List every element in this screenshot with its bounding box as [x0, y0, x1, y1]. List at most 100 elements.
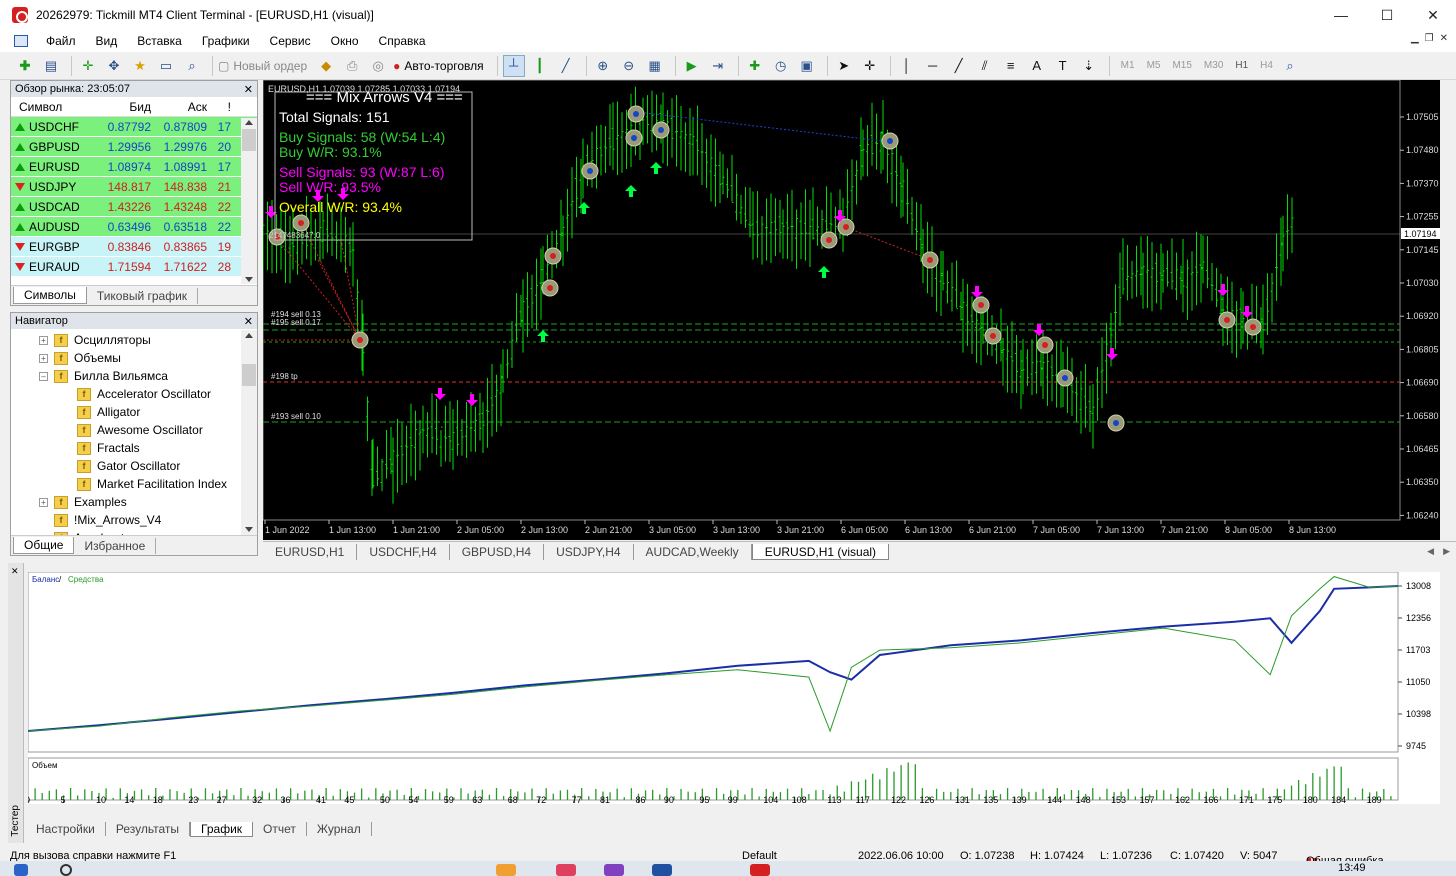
- app-taskbar-icon-3[interactable]: [604, 864, 624, 876]
- app-taskbar-icon-5[interactable]: [750, 864, 770, 876]
- menu-file[interactable]: Файл: [36, 34, 86, 48]
- autotrading-button[interactable]: ● Авто-торговля: [393, 59, 484, 73]
- new-order-button[interactable]: ▢ Новый ордер: [218, 59, 307, 73]
- fibonacci-icon[interactable]: ≡: [1000, 55, 1022, 77]
- periods-icon[interactable]: ◷: [770, 55, 792, 77]
- market-watch-row[interactable]: USDCAD 1.43226 1.43248 22: [11, 197, 257, 217]
- tree-expander-icon[interactable]: +: [39, 497, 48, 507]
- metaeditor-icon[interactable]: ◆: [315, 55, 337, 77]
- menu-insert[interactable]: Вставка: [127, 34, 192, 48]
- signals-icon[interactable]: ◎: [367, 55, 389, 77]
- col-bid[interactable]: Бид: [95, 100, 151, 114]
- mdi-restore-button[interactable]: ❐: [1425, 33, 1434, 44]
- maximize-button[interactable]: ☐: [1364, 0, 1410, 30]
- tester-tab-settings[interactable]: Настройки: [26, 822, 106, 836]
- market-watch-scrollbar[interactable]: [241, 118, 257, 284]
- market-watch-row[interactable]: GBPUSD 1.29956 1.29976 20: [11, 137, 257, 157]
- search-taskbar-icon[interactable]: [60, 864, 72, 876]
- close-button[interactable]: ✕: [1410, 0, 1456, 30]
- text-label-icon[interactable]: T: [1052, 55, 1074, 77]
- market-watch-icon[interactable]: ✛: [77, 55, 99, 77]
- minimize-button[interactable]: —: [1318, 0, 1364, 30]
- zoom-out-icon[interactable]: ⊖: [618, 55, 640, 77]
- tester-icon[interactable]: ⌕: [181, 55, 203, 77]
- chart-tabs-scroll-right-icon[interactable]: ▶: [1443, 546, 1450, 557]
- vertical-line-icon[interactable]: │: [896, 55, 918, 77]
- chart-shift-icon[interactable]: ⇥: [707, 55, 729, 77]
- menu-view[interactable]: Вид: [86, 34, 128, 48]
- market-watch-close-icon[interactable]: ✕: [244, 83, 253, 96]
- timeframe-m15[interactable]: M15: [1166, 60, 1197, 71]
- tester-close-icon[interactable]: ✕: [11, 566, 19, 577]
- mdi-minimize-button[interactable]: ▁: [1411, 33, 1419, 44]
- new-chart-icon[interactable]: ✚: [14, 55, 36, 77]
- navigator-item[interactable]: f Accelerator Oscillator: [11, 385, 257, 403]
- bar-chart-icon[interactable]: ┴: [502, 54, 525, 77]
- chart-tab-eurusd-h1[interactable]: EURUSD,H1: [263, 543, 358, 560]
- timeframe-m30[interactable]: M30: [1198, 60, 1229, 71]
- navigator-item[interactable]: + f Объемы: [11, 349, 257, 367]
- tree-expander-icon[interactable]: +: [39, 353, 48, 363]
- chart-tab-audcad-weekly[interactable]: AUDCAD,Weekly: [634, 543, 752, 560]
- text-icon[interactable]: A: [1026, 55, 1048, 77]
- price-chart[interactable]: 1.07505 1.07480 1.07370 1.07255 1.07145 1.070…: [261, 79, 1440, 540]
- market-watch-row[interactable]: EURGBP 0.83846 0.83865 19: [11, 237, 257, 257]
- navigator-item[interactable]: f Gator Oscillator: [11, 457, 257, 475]
- tester-tab-results[interactable]: Результаты: [106, 822, 191, 836]
- tab-tick-chart[interactable]: Тиковый график: [87, 287, 199, 304]
- market-watch-row[interactable]: EURAUD 1.71594 1.71622 28: [11, 257, 257, 277]
- menu-tools[interactable]: Сервис: [260, 34, 321, 48]
- print-icon[interactable]: ⎙: [341, 55, 363, 77]
- arrows-icon[interactable]: ⇣: [1078, 55, 1100, 77]
- navigator-close-icon[interactable]: ✕: [244, 315, 253, 328]
- chart-tab-usdjpy-h4[interactable]: USDJPY,H4: [544, 543, 634, 560]
- market-watch-row[interactable]: EURUSD 1.08974 1.08991 17: [11, 157, 257, 177]
- col-symbol[interactable]: Символ: [11, 100, 95, 114]
- app-taskbar-icon-4[interactable]: [652, 864, 672, 876]
- data-window-icon[interactable]: ✥: [103, 55, 125, 77]
- app-taskbar-icon-1[interactable]: [496, 864, 516, 876]
- price-chart-canvas[interactable]: 1.07505 1.07480 1.07370 1.07255 1.07145 1.070…: [261, 79, 1440, 540]
- navigator-icon[interactable]: ★: [129, 55, 151, 77]
- cursor-icon[interactable]: ➤: [833, 55, 855, 77]
- channel-icon[interactable]: ⫽: [974, 55, 996, 77]
- navigator-item[interactable]: + f Examples: [11, 493, 257, 511]
- col-ask[interactable]: Аск: [151, 100, 207, 114]
- tree-expander-icon[interactable]: –: [39, 371, 48, 381]
- terminal-icon[interactable]: ▭: [155, 55, 177, 77]
- market-watch-row[interactable]: AUDUSD 0.63496 0.63518 22: [11, 217, 257, 237]
- timeframe-h4[interactable]: H4: [1254, 60, 1279, 71]
- navigator-item[interactable]: f Fractals: [11, 439, 257, 457]
- navigator-item[interactable]: – f Билла Вильямса: [11, 367, 257, 385]
- indicators-icon[interactable]: ✚: [744, 55, 766, 77]
- horizontal-line-icon[interactable]: ─: [922, 55, 944, 77]
- timeframe-m5[interactable]: M5: [1141, 60, 1167, 71]
- navigator-item[interactable]: f !Mix_Arrows_V4: [11, 511, 257, 529]
- timeframe-m1[interactable]: M1: [1115, 60, 1141, 71]
- tab-symbols[interactable]: Символы: [13, 287, 87, 304]
- autoscroll-icon[interactable]: ▶: [681, 55, 703, 77]
- templates-icon[interactable]: ▣: [796, 55, 818, 77]
- candles-icon[interactable]: ┃: [529, 55, 551, 77]
- navigator-item[interactable]: f Market Facilitation Index: [11, 475, 257, 493]
- zoom-in-icon[interactable]: ⊕: [592, 55, 614, 77]
- chart-tab-eurusd-h1-visual[interactable]: EURUSD,H1 (visual): [751, 543, 890, 560]
- timeframe-h1[interactable]: H1: [1229, 60, 1254, 71]
- tab-common[interactable]: Общие: [13, 537, 75, 554]
- menu-window[interactable]: Окно: [321, 34, 369, 48]
- mdi-close-button[interactable]: ✕: [1440, 33, 1448, 44]
- navigator-item[interactable]: f Awesome Oscillator: [11, 421, 257, 439]
- crosshair-icon[interactable]: ✛: [859, 55, 881, 77]
- tile-windows-icon[interactable]: ▦: [644, 55, 666, 77]
- tester-tab-graph[interactable]: График: [190, 821, 254, 837]
- navigator-item[interactable]: + f Осцилляторы: [11, 331, 257, 349]
- tester-tab-report[interactable]: Отчет: [253, 822, 307, 836]
- market-watch-row[interactable]: USDCHF 0.87792 0.87809 17: [11, 117, 257, 137]
- document-icon[interactable]: [14, 35, 28, 47]
- trendline-icon[interactable]: ╱: [948, 55, 970, 77]
- chart-tabs-scroll-left-icon[interactable]: ◀: [1427, 546, 1434, 557]
- navigator-item[interactable]: f Alligator: [11, 403, 257, 421]
- line-chart-icon[interactable]: ╱: [555, 55, 577, 77]
- chart-tab-gbpusd-h4[interactable]: GBPUSD,H4: [450, 543, 545, 560]
- app-taskbar-icon-2[interactable]: [556, 864, 576, 876]
